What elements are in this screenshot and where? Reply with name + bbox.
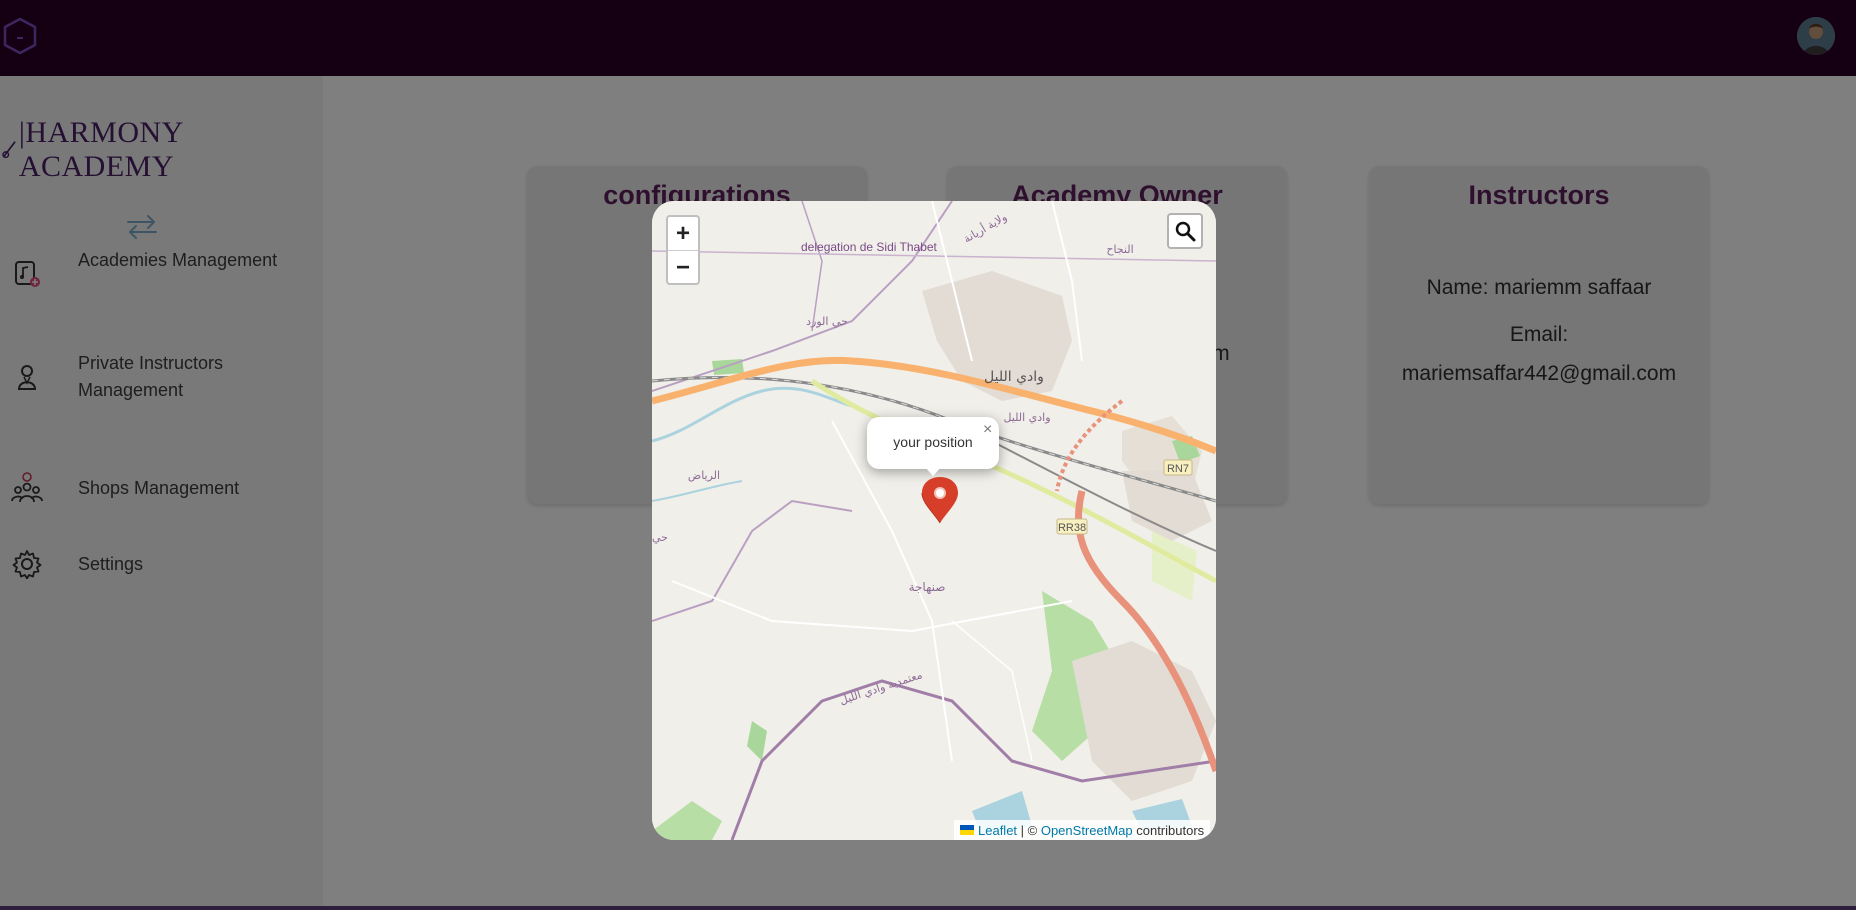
position-popup: your position × xyxy=(867,417,999,476)
map-label-rr38: RR38 xyxy=(1058,522,1086,534)
zoom-out-button[interactable]: − xyxy=(668,251,698,283)
map-label-najah: النجاح xyxy=(1106,243,1133,256)
leaflet-link[interactable]: Leaflet xyxy=(978,823,1017,838)
openstreetmap-link[interactable]: OpenStreetMap xyxy=(1041,823,1133,838)
map-label-delegation: delegation de Sidi Thabet xyxy=(801,240,938,254)
attribution-separator: | © xyxy=(1017,822,1041,838)
map-label-wadi-lil-small: وادي الليل xyxy=(1003,411,1050,424)
map-label-riyadh: الرياض xyxy=(688,469,720,482)
map-label-hay-ward: حي الورد xyxy=(806,315,848,328)
map-attribution: Leaflet | © OpenStreetMap contributors xyxy=(954,820,1211,840)
magnifier-icon xyxy=(1175,221,1196,242)
zoom-control: + − xyxy=(666,215,700,285)
popup-close-button[interactable]: × xyxy=(983,421,992,439)
map-modal: RN7 RR38 delegation de Sidi Thabet وادي … xyxy=(652,201,1216,840)
ukraine-flag-icon xyxy=(960,825,974,835)
map-pin-icon[interactable] xyxy=(920,475,960,525)
popup-text: your position xyxy=(893,434,973,450)
map-label-rn7: RN7 xyxy=(1167,463,1189,475)
map-label-sanhaja: صنهاجة xyxy=(909,580,946,594)
map-label-hay: حي xyxy=(652,531,668,544)
map-label-wadi-lil: وادي الليل xyxy=(984,369,1044,385)
map-search-button[interactable] xyxy=(1167,213,1203,249)
zoom-in-button[interactable]: + xyxy=(668,217,698,251)
attribution-contributors: contributors xyxy=(1132,822,1205,838)
